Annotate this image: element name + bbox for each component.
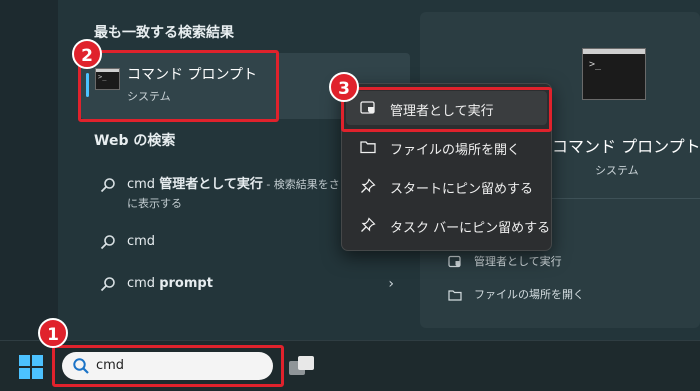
- step-badge-3: 3: [329, 72, 359, 102]
- folder-icon: [448, 290, 462, 301]
- task-view-icon[interactable]: [289, 355, 315, 377]
- folder-icon: [360, 141, 376, 154]
- details-action-open-location[interactable]: ファイルの場所を開く: [448, 286, 584, 302]
- context-item-pin-taskbar[interactable]: タスク バーにピン留めする: [346, 208, 551, 242]
- web-search-header: Web の検索: [94, 133, 176, 149]
- web-result-label-line2: に表示する: [127, 197, 182, 210]
- search-icon: [100, 178, 115, 193]
- best-match-header: 最も一致する検索結果: [94, 25, 234, 41]
- details-app-name: コマンド プロンプト: [552, 137, 700, 156]
- step-badge-2: 2: [72, 39, 102, 69]
- chevron-right-icon[interactable]: ›: [388, 276, 394, 292]
- highlight-best-match: [78, 50, 279, 122]
- highlight-run-as-admin: [341, 87, 552, 132]
- highlight-search-box: [52, 345, 284, 387]
- pin-icon: [361, 217, 376, 232]
- context-item-label: ファイルの場所を開く: [390, 143, 521, 158]
- context-item-label: タスク バーにピン留めする: [390, 221, 551, 236]
- web-result-label: cmd prompt: [127, 276, 213, 291]
- windows-start-icon[interactable]: [19, 355, 43, 379]
- left-strip: [0, 0, 58, 340]
- web-result-cmd-prompt[interactable]: cmd prompt ›: [80, 268, 410, 302]
- context-item-label: スタートにピン留めする: [390, 182, 534, 197]
- details-action-run-as-admin[interactable]: 管理者として実行: [448, 253, 562, 269]
- command-prompt-large-icon: >_: [582, 48, 646, 100]
- web-result-label: cmd 管理者として実行 - 検索結果をさら: [127, 177, 351, 192]
- web-result-label: cmd: [127, 234, 156, 249]
- search-icon: [100, 277, 115, 292]
- details-app-type: システム: [595, 164, 639, 177]
- context-item-pin-start[interactable]: スタートにピン留めする: [346, 169, 547, 203]
- step-badge-1: 1: [38, 318, 68, 348]
- pin-icon: [361, 178, 376, 193]
- shield-window-icon: [448, 255, 461, 268]
- search-icon: [100, 235, 115, 250]
- context-item-open-location[interactable]: ファイルの場所を開く: [346, 130, 547, 164]
